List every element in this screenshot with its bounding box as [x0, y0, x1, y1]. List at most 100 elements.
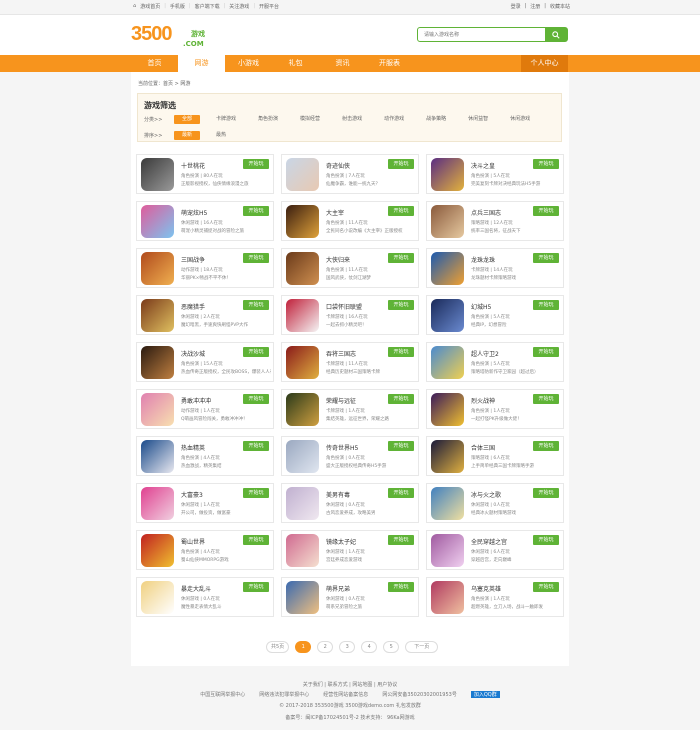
game-icon[interactable]	[431, 487, 464, 520]
game-card[interactable]: 烈火战神 角色扮演 | 1人在玩 一起打怪PK升级做大佬！ 开始玩	[426, 389, 564, 429]
game-card[interactable]: 奇迹仙侠 角色扮演 | 7人在玩 仙魔争霸，谁能一统九天？ 开始玩	[281, 154, 419, 194]
game-card[interactable]: 超人守卫2 角色扮演 | 5人在玩 策略塔防新作守卫家园（超过后） 开始玩	[426, 342, 564, 382]
game-icon[interactable]	[286, 487, 319, 520]
game-icon[interactable]	[141, 252, 174, 285]
game-name[interactable]: 大主宰	[326, 208, 344, 217]
game-name[interactable]: 大富豪3	[181, 490, 203, 499]
game-icon[interactable]	[286, 158, 319, 191]
category-option[interactable]: 卡牌游戏	[210, 115, 242, 124]
game-name[interactable]: 口袋怀旧联盟	[326, 302, 362, 311]
game-name[interactable]: 决战沙城	[181, 349, 205, 358]
game-icon[interactable]	[286, 581, 319, 614]
game-icon[interactable]	[431, 252, 464, 285]
game-name[interactable]: 奇迹仙侠	[326, 161, 350, 170]
play-button[interactable]: 开始玩	[243, 582, 269, 592]
bookmark-link[interactable]: 收藏本站	[550, 3, 570, 10]
play-button[interactable]: 开始玩	[388, 394, 414, 404]
game-icon[interactable]	[141, 346, 174, 379]
game-icon[interactable]	[286, 534, 319, 567]
top-link-mobile[interactable]: 手机版	[170, 3, 185, 10]
category-option[interactable]: 射击游戏	[336, 115, 368, 124]
game-icon[interactable]	[141, 440, 174, 473]
category-option[interactable]: 角色扮演	[252, 115, 284, 124]
game-card[interactable]: 大主宰 角色扮演 | 11人在玩 全民同名小说改编《大主宰》正版授权 开始玩	[281, 201, 419, 241]
game-name[interactable]: 热血精英	[181, 443, 205, 452]
game-card[interactable]: 勇敢冲冲冲 动作游戏 | 1人在玩 Q萌画风冒险闯关，勇敢冲冲冲！ 开始玩	[136, 389, 274, 429]
top-link-games[interactable]: 游戏首页	[140, 3, 160, 10]
game-card[interactable]: 全民穿越之宫 休闲游戏 | 6人在玩 穿越后宫，走向巅峰 开始玩	[426, 530, 564, 570]
game-icon[interactable]	[431, 440, 464, 473]
game-card[interactable]: 蜀山世界 角色扮演 | 4人在玩 蜀山仙侠MMORPG游戏 开始玩	[136, 530, 274, 570]
page-number[interactable]: 5	[383, 641, 400, 653]
cyber-police-badge[interactable]: 网络违法犯罪举报中心	[259, 691, 309, 698]
game-card[interactable]: 大侠归来 角色扮演 | 11人在玩 国风武侠，仗剑江湖梦 开始玩	[281, 248, 419, 288]
game-card[interactable]: 乌塞克英雄 角色扮演 | 1人在玩 超燃英雄，立刀入场，战斗一触即发 开始玩	[426, 577, 564, 617]
game-icon[interactable]	[286, 252, 319, 285]
game-name[interactable]: 点兵三国志	[471, 208, 501, 217]
top-link-server[interactable]: 开服平台	[259, 3, 279, 10]
nav-gifts[interactable]: 礼包	[272, 55, 319, 72]
game-name[interactable]: 暴走大乱斗	[181, 584, 211, 593]
play-button[interactable]: 开始玩	[388, 582, 414, 592]
game-icon[interactable]	[431, 299, 464, 332]
game-name[interactable]: 三国战争	[181, 255, 205, 264]
game-name[interactable]: 决斗之皇	[471, 161, 495, 170]
game-card[interactable]: 荣耀与远征 卡牌游戏 | 1人在玩 集结英雄，远征世界，荣耀之路 开始玩	[281, 389, 419, 429]
search-input[interactable]	[418, 28, 538, 41]
game-icon[interactable]	[431, 534, 464, 567]
play-button[interactable]: 开始玩	[533, 206, 559, 216]
game-card[interactable]: 合体三国 策略游戏 | 6人在玩 上手简单经典三国卡牌策略手游 开始玩	[426, 436, 564, 476]
nav-server-list[interactable]: 开服表	[366, 55, 413, 72]
play-button[interactable]: 开始玩	[243, 300, 269, 310]
top-link-follow[interactable]: 关注游戏	[229, 3, 249, 10]
nav-mini-games[interactable]: 小游戏	[225, 55, 272, 72]
play-button[interactable]: 开始玩	[388, 300, 414, 310]
play-button[interactable]: 开始玩	[533, 159, 559, 169]
game-name[interactable]: 勇敢冲冲冲	[181, 396, 211, 405]
game-card[interactable]: 决斗之皇 角色扮演 | 5人在玩 完美复刻卡牌对决经典玩法H5手游 开始玩	[426, 154, 564, 194]
page-number[interactable]: 2	[317, 641, 334, 653]
game-name[interactable]: 恶魔猎手	[181, 302, 205, 311]
game-card[interactable]: 大富豪3 休闲游戏 | 1人在玩 开公司，做投资，做富豪 开始玩	[136, 483, 274, 523]
game-name[interactable]: 合体三国	[471, 443, 495, 452]
game-name[interactable]: 烈火战神	[471, 396, 495, 405]
play-button[interactable]: 开始玩	[533, 488, 559, 498]
game-icon[interactable]	[286, 299, 319, 332]
game-name[interactable]: 美男有毒	[326, 490, 350, 499]
game-name[interactable]: 龙珠龙珠	[471, 255, 495, 264]
game-icon[interactable]	[286, 393, 319, 426]
category-option[interactable]: 动作游戏	[378, 115, 410, 124]
game-card[interactable]: 三国战争 动作游戏 | 18人在玩 华丽PK×畅战不平不休！ 开始玩	[136, 248, 274, 288]
game-icon[interactable]	[431, 581, 464, 614]
play-button[interactable]: 开始玩	[533, 253, 559, 263]
game-card[interactable]: 口袋怀旧联盟 卡牌游戏 | 16人在玩 一起去抓小精灵吧！ 开始玩	[281, 295, 419, 335]
play-button[interactable]: 开始玩	[243, 159, 269, 169]
game-card[interactable]: 十世桃花 角色扮演 | 80人在玩 正版影视授权，仙侠情缘浪漫之旅 开始玩	[136, 154, 274, 194]
game-card[interactable]: 萌界兄弟 休闲游戏 | 0人在玩 萌系兄弟冒险之旅 开始玩	[281, 577, 419, 617]
game-icon[interactable]	[431, 158, 464, 191]
game-icon[interactable]	[431, 346, 464, 379]
game-name[interactable]: 镜缘太子妃	[326, 537, 356, 546]
game-card[interactable]: 冰与火之歌 休闲游戏 | 0人在玩 经典冰火题材策略游戏 开始玩	[426, 483, 564, 523]
game-card[interactable]: 热血精英 角色扮演 | 4人在玩 热血激战，精英集结 开始玩	[136, 436, 274, 476]
game-card[interactable]: 决战沙城 角色扮演 | 15人在玩 热血传奇正版授权，全民攻BOSS，爆装人人有 开始…	[136, 342, 274, 382]
play-button[interactable]: 开始玩	[533, 441, 559, 451]
play-button[interactable]: 开始玩	[243, 347, 269, 357]
game-card[interactable]: 恶魔猎手 休闲游戏 | 2人在玩 魔幻暗黑，手速爽快刷怪PVP大作 开始玩	[136, 295, 274, 335]
category-option[interactable]: 休闲游戏	[504, 115, 536, 124]
game-icon[interactable]	[141, 534, 174, 567]
game-icon[interactable]	[431, 205, 464, 238]
game-name[interactable]: 幻城H5	[471, 302, 491, 311]
nav-news[interactable]: 资讯	[319, 55, 366, 72]
game-name[interactable]: 萌界兄弟	[326, 584, 350, 593]
security-record-badge[interactable]: 网公网安备35020302001953号	[382, 691, 457, 698]
play-button[interactable]: 开始玩	[388, 159, 414, 169]
game-card[interactable]: 龙珠龙珠 卡牌游戏 | 14人在玩 龙珠题材卡牌策略游戏 开始玩	[426, 248, 564, 288]
play-button[interactable]: 开始玩	[533, 582, 559, 592]
qq-group-button[interactable]: 加入QQ群	[470, 691, 500, 698]
game-name[interactable]: 荣耀与远征	[326, 396, 356, 405]
top-link-client[interactable]: 客户端下载	[195, 3, 220, 10]
page-number[interactable]: 1	[295, 641, 312, 653]
game-icon[interactable]	[141, 299, 174, 332]
category-option[interactable]: 模拟经营	[294, 115, 326, 124]
